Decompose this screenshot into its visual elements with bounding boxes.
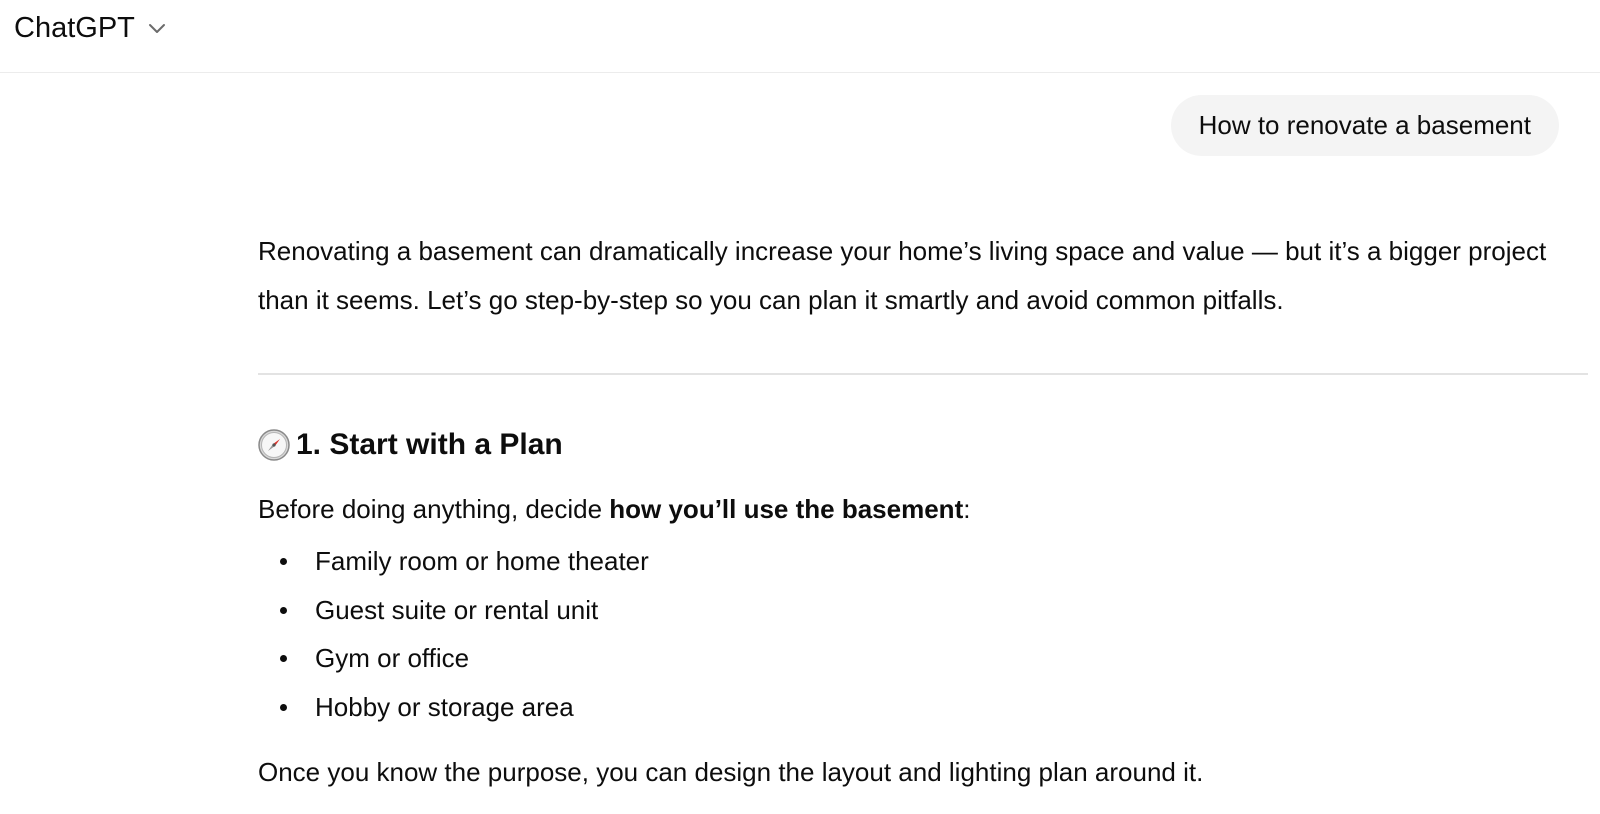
list-item: Guest suite or rental unit — [258, 586, 649, 635]
bullet-icon — [280, 558, 287, 565]
bullet-icon — [280, 606, 287, 614]
list-item-text: Family room or home theater — [315, 546, 649, 576]
section-heading-text: 1. Start with a Plan — [296, 428, 563, 461]
model-switcher-button[interactable]: ChatGPT — [14, 10, 167, 46]
lead-text: Before doing anything, decide — [258, 494, 610, 524]
assistant-intro-paragraph: Renovating a basement can dramatically i… — [258, 236, 1547, 315]
assistant-message: Renovating a basement can dramatically i… — [258, 227, 1588, 787]
section-heading: 1. Start with a Plan — [258, 425, 563, 465]
lead-colon: : — [963, 494, 971, 524]
user-message-bubble: How to renovate a basement — [1170, 95, 1559, 156]
list-item: Gym or office — [258, 634, 649, 683]
bullet-icon — [280, 703, 287, 711]
list-item: Hobby or storage area — [258, 683, 649, 732]
user-message-text: How to renovate a basement — [1198, 110, 1531, 140]
list-item-text: Gym or office — [315, 643, 470, 673]
chevron-down-icon — [147, 21, 167, 35]
list-item-text: Hobby or storage area — [315, 691, 574, 722]
model-name: ChatGPT — [14, 12, 135, 44]
compass-icon — [258, 429, 290, 461]
purpose-list: Family room or home theater Guest suite … — [258, 537, 649, 731]
list-item: Family room or home theater — [258, 537, 649, 586]
bullet-icon — [280, 655, 287, 662]
section-outro-paragraph: Once you know the purpose, you can desig… — [258, 757, 1204, 787]
lead-bold-text: how you’ll use the basement — [609, 494, 964, 524]
section-lead-paragraph: Before doing anything, decide how you’ll… — [258, 491, 970, 527]
list-item-text: Guest suite or rental unit — [315, 594, 599, 625]
top-bar: ChatGPT — [0, 0, 1600, 73]
section-divider — [258, 373, 1588, 375]
